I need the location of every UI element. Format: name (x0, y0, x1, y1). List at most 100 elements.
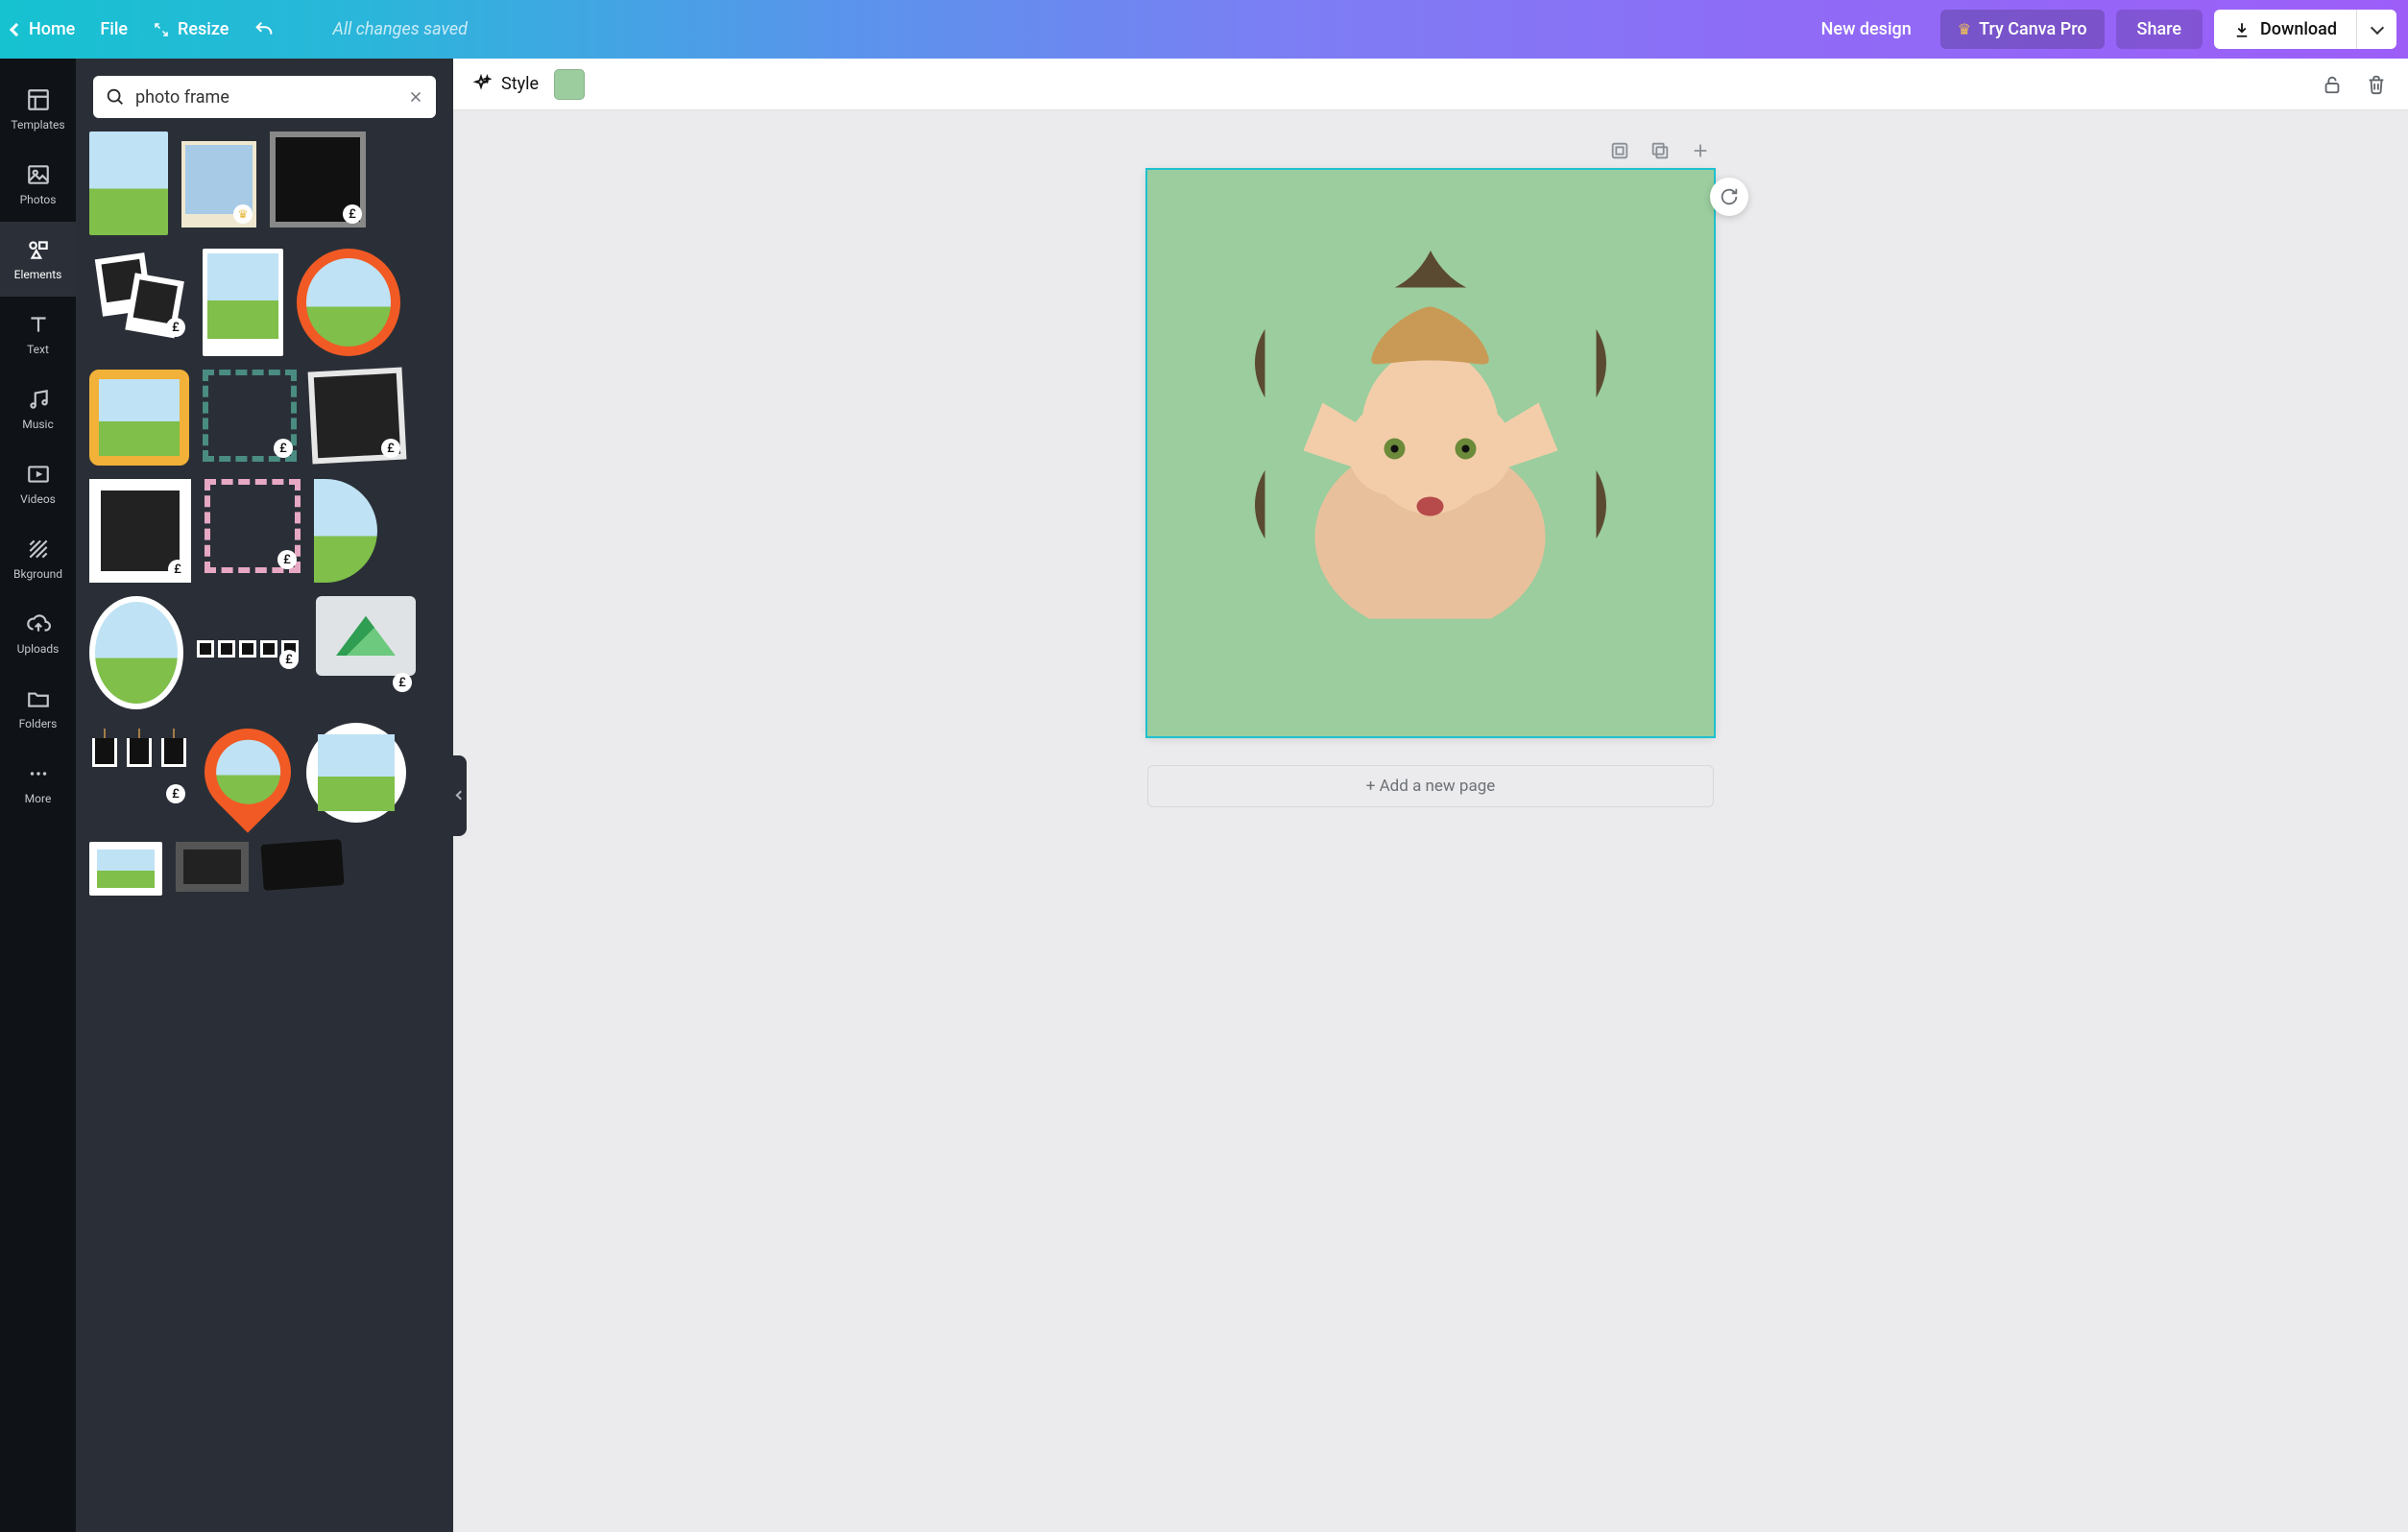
frame-thumb[interactable] (203, 723, 293, 828)
photo-placeholder-icon (1265, 288, 1597, 619)
new-design-button[interactable]: New design (1804, 10, 1929, 49)
collapse-panel-button[interactable] (453, 755, 467, 836)
add-page-icon[interactable] (1689, 139, 1712, 162)
color-swatch[interactable] (554, 69, 585, 100)
canvas-column: Style (453, 59, 2408, 1532)
download-group: Download (2214, 10, 2396, 49)
price-badge: £ (166, 318, 185, 337)
frame-thumb[interactable] (176, 842, 249, 892)
page-grid-icon[interactable] (1608, 139, 1631, 162)
search-icon (105, 86, 126, 108)
topbar-left: Home File Resize All changes saved (12, 19, 468, 40)
rail-folders[interactable]: Folders (0, 671, 76, 746)
chevron-left-icon (10, 22, 23, 36)
canvas-stage[interactable]: + Add a new page (453, 110, 2408, 1532)
save-status: All changes saved (332, 19, 468, 39)
price-badge: £ (381, 439, 400, 458)
price-badge: £ (393, 673, 412, 692)
download-icon (2233, 21, 2251, 38)
rail-music[interactable]: Music (0, 371, 76, 446)
share-button[interactable]: Share (2116, 10, 2203, 49)
refresh-icon (1719, 186, 1740, 207)
style-button[interactable]: Style (470, 74, 539, 95)
search-input[interactable] (135, 87, 397, 108)
home-button[interactable]: Home (12, 19, 75, 39)
rail-elements[interactable]: Elements (0, 222, 76, 297)
background-icon (26, 537, 51, 562)
regenerate-button[interactable] (1710, 178, 1748, 216)
rail-photos[interactable]: Photos (0, 147, 76, 222)
frame-thumb[interactable] (89, 596, 183, 709)
text-icon (26, 312, 51, 337)
results-scroll[interactable]: ♛ £ £ £ £ £ £ (76, 128, 453, 1532)
try-pro-button[interactable]: ♛ Try Canva Pro (1940, 10, 2105, 49)
frame-thumb[interactable]: £ (197, 625, 302, 673)
rail-more[interactable]: More (0, 746, 76, 821)
search-box[interactable] (93, 76, 436, 118)
frame-thumb[interactable] (297, 249, 400, 356)
price-badge: £ (166, 784, 185, 803)
context-toolbar: Style (453, 59, 2408, 110)
rail-text[interactable]: Text (0, 297, 76, 371)
design-page[interactable] (1147, 170, 1714, 736)
frame-thumb[interactable]: £ (205, 479, 301, 573)
frame-thumb[interactable]: £ (89, 249, 189, 341)
frame-thumb[interactable]: £ (89, 738, 189, 807)
left-rail: Templates Photos Elements Text Music Vid… (0, 59, 76, 1532)
frame-thumb[interactable] (260, 839, 344, 891)
frame-thumb[interactable]: £ (316, 596, 416, 696)
frame-thumb[interactable]: ♛ (181, 141, 256, 227)
topbar-right: New design ♛ Try Canva Pro Share Downloa… (1804, 10, 2396, 49)
rail-background[interactable]: Bkground (0, 521, 76, 596)
more-icon (26, 761, 51, 786)
download-caret[interactable] (2356, 10, 2396, 49)
frame-thumb[interactable] (306, 723, 406, 823)
frame-thumb[interactable] (203, 249, 283, 356)
folders-icon (26, 686, 51, 711)
templates-icon (26, 87, 51, 112)
frame-thumb[interactable]: £ (203, 370, 297, 462)
photo-frame-element[interactable] (1205, 227, 1656, 679)
rail-uploads[interactable]: Uploads (0, 596, 76, 671)
rail-templates[interactable]: Templates (0, 72, 76, 147)
price-badge: £ (343, 204, 362, 224)
results-grid: ♛ £ £ £ £ £ £ (89, 132, 440, 896)
resize-button[interactable]: Resize (153, 19, 229, 39)
frame-thumb[interactable]: £ (270, 132, 366, 227)
duplicate-page-icon[interactable] (1649, 139, 1672, 162)
price-badge: £ (168, 560, 187, 579)
top-menu-bar: Home File Resize All changes saved New d… (0, 0, 2408, 59)
undo-button[interactable] (253, 19, 275, 40)
frame-image[interactable] (1265, 288, 1597, 619)
lock-button[interactable] (2318, 70, 2347, 99)
chevron-down-icon (2370, 20, 2383, 34)
elements-panel: ♛ £ £ £ £ £ £ (76, 59, 453, 1532)
price-badge: £ (277, 550, 297, 569)
price-badge: £ (279, 650, 299, 669)
frame-thumb[interactable]: £ (310, 370, 404, 462)
download-button[interactable]: Download (2214, 10, 2356, 49)
add-page-button[interactable]: + Add a new page (1147, 765, 1714, 807)
resize-icon (153, 21, 170, 38)
music-icon (26, 387, 51, 412)
photos-icon (26, 162, 51, 187)
sparkle-icon (470, 74, 492, 95)
uploads-icon (26, 611, 51, 636)
videos-icon (26, 462, 51, 487)
main-area: Templates Photos Elements Text Music Vid… (0, 59, 2408, 1532)
clear-search-icon[interactable] (407, 88, 424, 106)
frame-thumb[interactable]: £ (89, 479, 191, 583)
frame-thumb[interactable] (314, 479, 377, 583)
frame-thumb[interactable] (89, 370, 189, 466)
file-menu[interactable]: File (100, 19, 128, 39)
frame-thumb[interactable] (89, 842, 162, 896)
style-label: Style (501, 74, 539, 94)
frame-thumb[interactable] (89, 132, 168, 235)
delete-button[interactable] (2362, 70, 2391, 99)
price-badge: £ (274, 439, 293, 458)
rail-videos[interactable]: Videos (0, 446, 76, 521)
home-label: Home (29, 19, 75, 39)
elements-icon (26, 237, 51, 262)
search-container (76, 59, 453, 128)
crown-icon: ♛ (1958, 20, 1971, 38)
